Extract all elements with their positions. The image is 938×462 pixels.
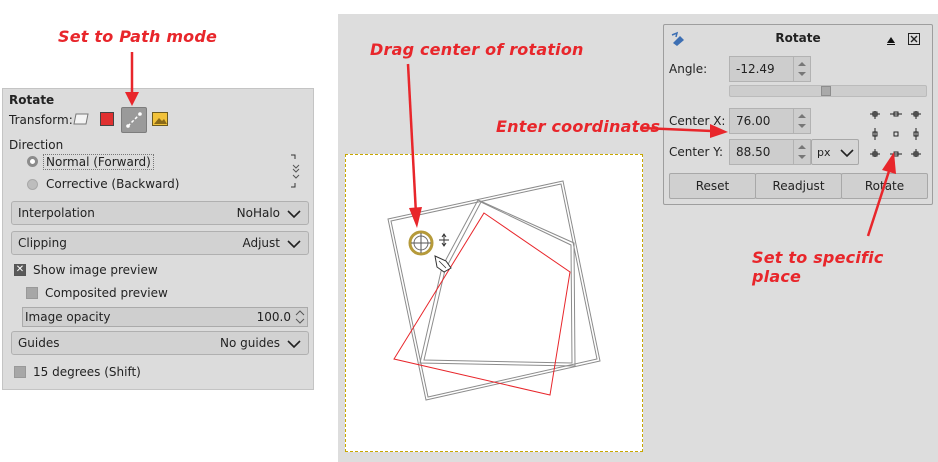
reset-button[interactable]: Reset [669,173,756,199]
spin-arrows-icon[interactable] [793,140,810,164]
annotation-arrow-specific-place [866,152,896,237]
pivot-center [893,131,899,137]
spin-arrows-icon[interactable] [793,109,810,133]
detach-icon[interactable] [886,35,896,45]
chevron-down-icon [287,340,301,349]
annotation-arrow-enter-coords [641,124,728,138]
selection-icon [100,112,114,126]
readjust-button[interactable]: Readjust [755,173,842,199]
tool-options-panel: Rotate Transform: Direction Normal (Forw… [2,88,314,390]
transform-image-button[interactable] [150,109,170,129]
annotation-drag-center: Drag center of rotation [370,40,584,59]
layer-icon [73,113,89,125]
transform-label: Transform: [9,113,73,127]
chevron-down-icon [840,149,854,158]
guides-value: No guides [220,336,280,350]
chevron-down-icon [287,210,301,219]
unit-value: px [817,146,831,159]
direction-normal-label[interactable]: Normal (Forward) [43,154,154,170]
unit-select[interactable]: px [811,139,859,165]
center-y-label: Center Y: [669,145,723,159]
pivot-top-right [911,111,921,119]
rotated-path-preview [393,212,571,396]
composited-preview-checkbox[interactable] [26,287,38,299]
pivot-mid-right [913,128,919,140]
chain-toggle-icon[interactable] [289,153,303,189]
guides-combo[interactable]: Guides No guides [11,331,309,355]
transform-layer-button[interactable] [71,109,91,129]
angle-spinbutton[interactable]: -12.49 [729,56,811,82]
pivot-handle [408,230,434,256]
annotation-arrow-path-mode [125,52,139,106]
annotation-arrow-drag-center [406,63,422,228]
center-y-spinbutton[interactable]: 88.50 [729,139,811,165]
tool-options-title: Rotate [9,93,55,107]
interpolation-value: NoHalo [236,206,280,220]
hand-cursor-icon [434,255,452,273]
chevron-down-icon [287,240,301,249]
path-icon [126,112,142,128]
clipping-value: Adjust [242,236,280,250]
center-x-value[interactable]: 76.00 [736,114,770,128]
interpolation-combo[interactable]: Interpolation NoHalo [11,201,309,225]
angle-slider-thumb[interactable] [821,86,831,96]
original-path-outline [419,199,576,367]
guides-label: Guides [18,336,60,350]
image-icon [152,112,168,126]
annotation-enter-coords: Enter coordinates [496,117,661,136]
angle-label: Angle: [669,62,708,76]
show-preview-checkbox[interactable]: ✕ [14,264,26,276]
clipping-combo[interactable]: Clipping Adjust [11,231,309,255]
image-opacity-label: Image opacity [25,310,111,324]
center-y-value[interactable]: 88.50 [736,145,770,159]
angle-value[interactable]: -12.49 [736,62,775,76]
pivot-top-left [870,111,880,119]
spin-arrows-icon[interactable] [793,57,810,81]
fifteen-degrees-label: 15 degrees (Shift) [33,365,141,379]
transform-selection-button[interactable] [97,109,117,129]
annotation-path-mode: Set to Path mode [58,27,218,46]
direction-corrective-label[interactable]: Corrective (Backward) [46,177,179,191]
opacity-spin-arrows-icon[interactable] [294,309,306,325]
image-opacity-value[interactable]: 100.0 [257,310,291,324]
center-x-spinbutton[interactable]: 76.00 [729,108,811,134]
pivot-mid-left [872,128,878,140]
interpolation-label: Interpolation [18,206,95,220]
angle-slider[interactable] [729,85,927,97]
move-cursor-icon [439,233,449,247]
pivot-top-center [890,111,902,117]
image-opacity-slider[interactable]: Image opacity 100.0 [22,307,308,327]
clipping-label: Clipping [18,236,67,250]
show-preview-label: Show image preview [33,263,158,277]
transform-path-button[interactable] [121,107,147,133]
fifteen-degrees-checkbox[interactable] [14,366,26,378]
direction-label: Direction [9,138,64,152]
direction-corrective-radio[interactable] [27,179,38,190]
close-icon[interactable] [908,33,920,45]
annotation-specific-place: Set to specific place [752,248,884,286]
direction-normal-radio[interactable] [27,156,38,167]
pivot-bottom-right [911,149,921,157]
composited-preview-label: Composited preview [45,286,168,300]
